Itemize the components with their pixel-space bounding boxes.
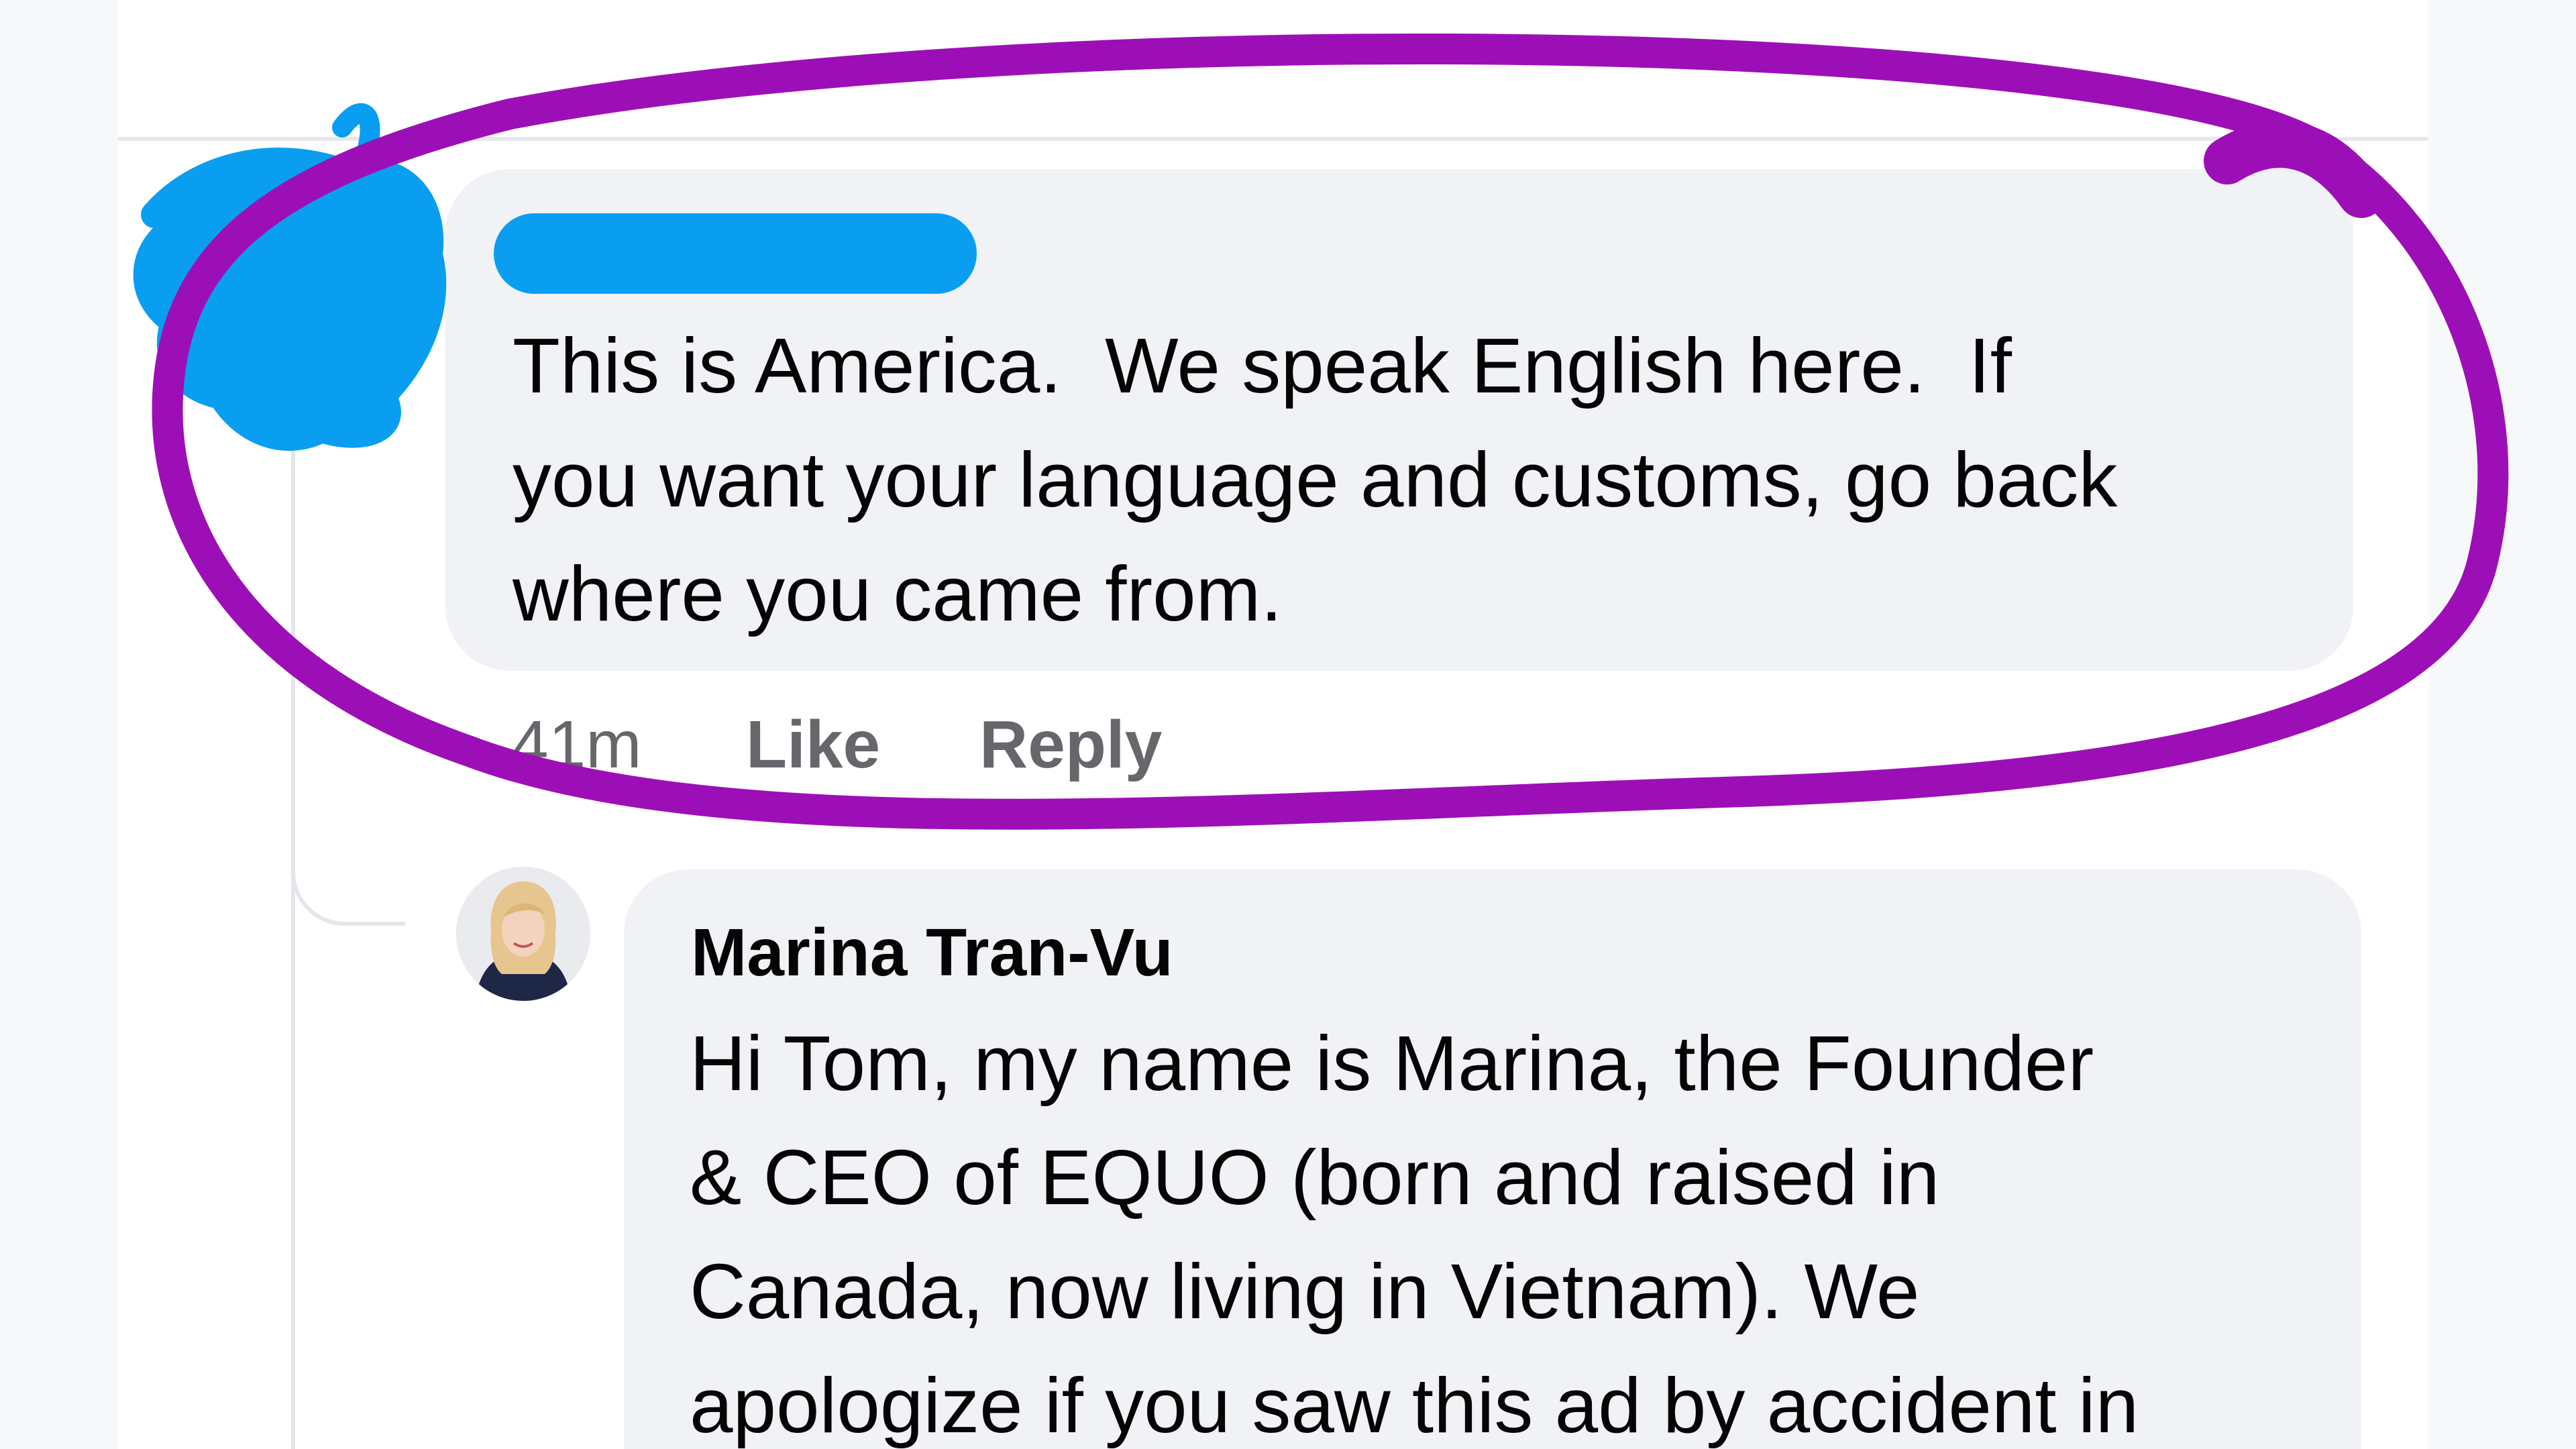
avatar-photo (456, 867, 590, 1001)
reply-button[interactable]: Reply (979, 704, 1162, 785)
comment-author-name[interactable]: Marina Tran-Vu (691, 912, 1173, 993)
comment-timestamp: 41m (511, 707, 642, 782)
like-button[interactable]: Like (746, 704, 880, 785)
reply-thread-connector (291, 792, 405, 926)
avatar[interactable] (456, 867, 590, 1001)
reply-comment-text: Hi Tom, my name is Marina, the Founder &… (690, 1020, 2139, 1449)
divider (118, 137, 2428, 141)
comment-text: This is America. We speak English here. … (513, 322, 2118, 637)
